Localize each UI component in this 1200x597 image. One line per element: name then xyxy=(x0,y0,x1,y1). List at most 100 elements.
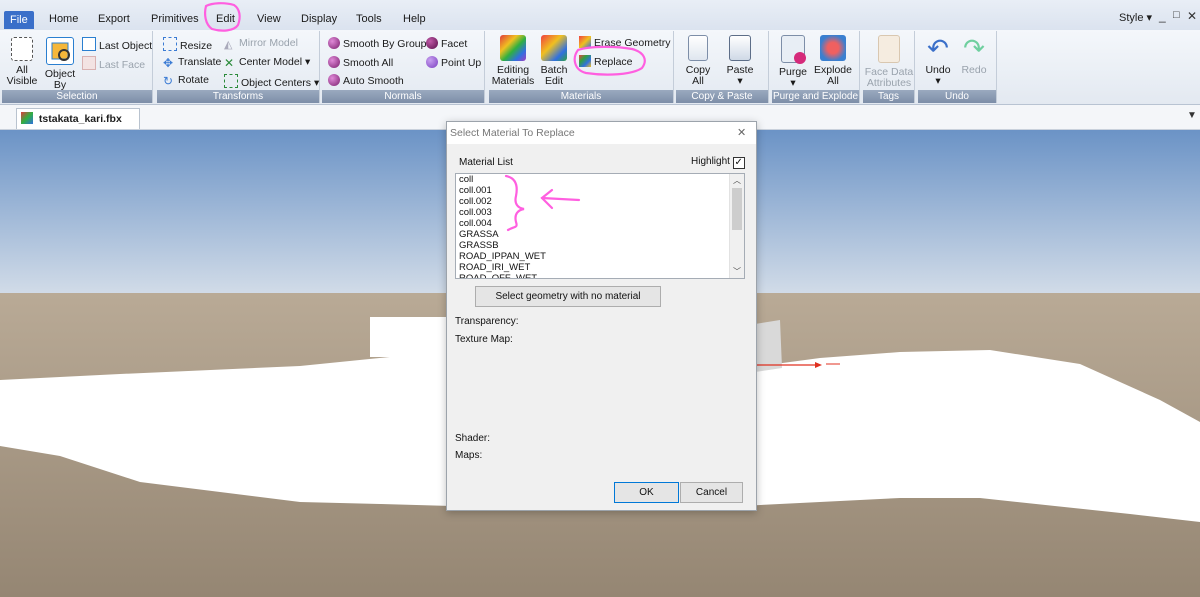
minimize-icon[interactable]: _ xyxy=(1159,9,1166,23)
menu-bar: File Home Export Primitives Edit View Di… xyxy=(0,0,1200,31)
material-list-item[interactable]: ROAD_IRI_WET xyxy=(456,262,728,273)
redo-button[interactable]: ↷ Redo xyxy=(956,35,992,76)
material-list[interactable]: coll coll.001 coll.002 coll.003 coll.004 GRAS… xyxy=(455,173,745,279)
menu-home[interactable]: Home xyxy=(43,10,84,28)
face-data-attributes-button[interactable]: Face Data Attributes xyxy=(864,35,914,89)
material-list-item[interactable]: ROAD_IPPAN_WET xyxy=(456,251,728,262)
rotate-icon: ↻ xyxy=(163,74,174,88)
style-menu[interactable]: Style ▾ xyxy=(1119,11,1152,24)
document-tab[interactable]: tstakata_kari.fbx ✕ xyxy=(16,108,140,145)
material-list-item[interactable]: coll.001 xyxy=(456,185,728,196)
explode-icon xyxy=(820,35,846,61)
cancel-button[interactable]: Cancel xyxy=(680,482,743,503)
rotate-button[interactable]: ↻ Rotate xyxy=(163,74,209,87)
smooth-by-group-label: Smooth By Group xyxy=(343,38,427,50)
paste-icon xyxy=(729,35,751,61)
explode-all-label-2: All xyxy=(827,75,839,87)
close-app-icon[interactable]: ✕ xyxy=(1187,9,1197,23)
last-object-button[interactable]: Last Object xyxy=(82,37,152,52)
scroll-down-icon[interactable]: ﹀ xyxy=(733,266,741,277)
menu-file[interactable]: File xyxy=(4,11,34,29)
group-normals: Smooth By Group Smooth All Auto Smooth F… xyxy=(322,31,485,103)
last-face-icon xyxy=(82,56,96,70)
ok-button[interactable]: OK xyxy=(614,482,679,503)
group-label-selection: Selection xyxy=(2,90,152,103)
material-list-item[interactable]: coll.003 xyxy=(456,207,728,218)
material-list-item[interactable]: GRASSB xyxy=(456,240,728,251)
scroll-up-icon[interactable]: ︿ xyxy=(733,175,741,186)
group-label-copy-paste: Copy & Paste xyxy=(676,90,768,103)
material-list-item[interactable]: coll.002 xyxy=(456,196,728,207)
facet-label: Facet xyxy=(441,38,468,50)
face-data-label-2: Attributes xyxy=(866,77,912,89)
group-label-transforms: Transforms xyxy=(157,90,319,103)
auto-smooth-button[interactable]: Auto Smooth xyxy=(328,74,404,87)
group-copy-paste: Copy All Paste ▾ Copy & Paste xyxy=(676,31,769,103)
material-list-item[interactable]: GRASSA xyxy=(456,229,728,240)
dialog-close-icon[interactable]: ✕ xyxy=(737,122,746,144)
material-list-label: Material List xyxy=(459,157,513,168)
center-model-button[interactable]: ✕ Center Model ▾ xyxy=(224,56,310,69)
scrollbar-thumb[interactable] xyxy=(732,188,742,230)
explode-all-button[interactable]: Explode All xyxy=(812,35,854,87)
erase-geometry-icon xyxy=(579,36,591,48)
menu-edit[interactable]: Edit xyxy=(210,10,241,28)
auto-smooth-label: Auto Smooth xyxy=(343,75,404,87)
group-transforms: Resize ✥ Translate ↻ Rotate ◭ Mirror Model … xyxy=(157,31,320,103)
paste-button[interactable]: Paste ▾ xyxy=(722,35,758,87)
material-list-item[interactable]: ROAD_OFF_WET xyxy=(456,273,728,278)
erase-geometry-button[interactable]: Erase Geometry xyxy=(579,36,670,49)
batch-edit-label-2: Edit xyxy=(544,75,564,87)
center-model-icon: ✕ xyxy=(224,56,235,70)
translate-button[interactable]: ✥ Translate xyxy=(163,56,221,69)
copy-all-label-2: All xyxy=(692,75,704,87)
group-materials: Editing Materials Batch Edit Erase Geome… xyxy=(489,31,674,103)
menu-primitives[interactable]: Primitives xyxy=(145,10,205,28)
menu-help[interactable]: Help xyxy=(397,10,432,28)
editing-materials-label-2: Materials xyxy=(491,75,535,87)
list-scrollbar[interactable]: ︿ ﹀ xyxy=(729,174,744,278)
editing-materials-button[interactable]: Editing Materials xyxy=(491,35,535,87)
menu-tools[interactable]: Tools xyxy=(350,10,388,28)
menu-export[interactable]: Export xyxy=(92,10,136,28)
last-object-icon xyxy=(82,37,96,51)
tab-list-dropdown-icon[interactable]: ▼ xyxy=(1187,110,1197,121)
smooth-by-group-button[interactable]: Smooth By Group xyxy=(328,37,426,50)
checkbox-checked-icon: ✓ xyxy=(732,157,745,169)
maps-label: Maps: xyxy=(455,450,483,461)
resize-button[interactable]: Resize xyxy=(163,37,212,52)
menu-display[interactable]: Display xyxy=(295,10,343,28)
replace-button[interactable]: Replace xyxy=(579,55,633,68)
object-search-icon xyxy=(46,37,74,65)
highlight-checkbox[interactable]: Highlight ✓ xyxy=(691,156,745,169)
last-face-button[interactable]: Last Face xyxy=(82,56,145,71)
material-list-item[interactable]: coll xyxy=(456,174,728,185)
dropdown-arrow-icon: ▾ xyxy=(304,56,311,68)
point-up-button[interactable]: Point Up xyxy=(426,56,481,69)
smooth-all-button[interactable]: Smooth All xyxy=(328,56,393,69)
last-object-label: Last Object xyxy=(99,40,153,52)
point-up-icon xyxy=(426,56,438,68)
dropdown-arrow-icon: ▾ xyxy=(737,75,743,87)
purge-icon xyxy=(781,35,806,64)
purge-button[interactable]: Purge ▾ xyxy=(774,35,812,89)
document-tab-label: tstakata_kari.fbx xyxy=(38,113,122,125)
copy-all-button[interactable]: Copy All xyxy=(680,35,716,87)
undo-button[interactable]: ↶ Undo ▾ xyxy=(920,35,956,87)
face-data-icon xyxy=(878,35,900,63)
center-model-label: Center Model xyxy=(239,56,303,68)
all-visible-button[interactable]: All Visible xyxy=(4,37,40,87)
select-no-material-button[interactable]: Select geometry with no material xyxy=(475,286,661,307)
mirror-model-button[interactable]: ◭ Mirror Model xyxy=(224,37,298,51)
move-arrows-icon: ✥ xyxy=(163,56,174,70)
menu-view[interactable]: View xyxy=(251,10,287,28)
dropdown-arrow-icon: ▾ xyxy=(935,75,941,87)
sphere-icon xyxy=(328,37,340,49)
facet-button[interactable]: Facet xyxy=(426,37,467,50)
object-centers-button[interactable]: Object Centers ▾ xyxy=(224,74,319,89)
shader-label: Shader: xyxy=(455,433,491,444)
restore-icon[interactable]: □ xyxy=(1173,9,1180,21)
batch-edit-button[interactable]: Batch Edit xyxy=(537,35,571,87)
group-undo: ↶ Undo ▾ ↷ Redo Undo xyxy=(918,31,997,103)
material-list-item[interactable]: coll.004 xyxy=(456,218,728,229)
